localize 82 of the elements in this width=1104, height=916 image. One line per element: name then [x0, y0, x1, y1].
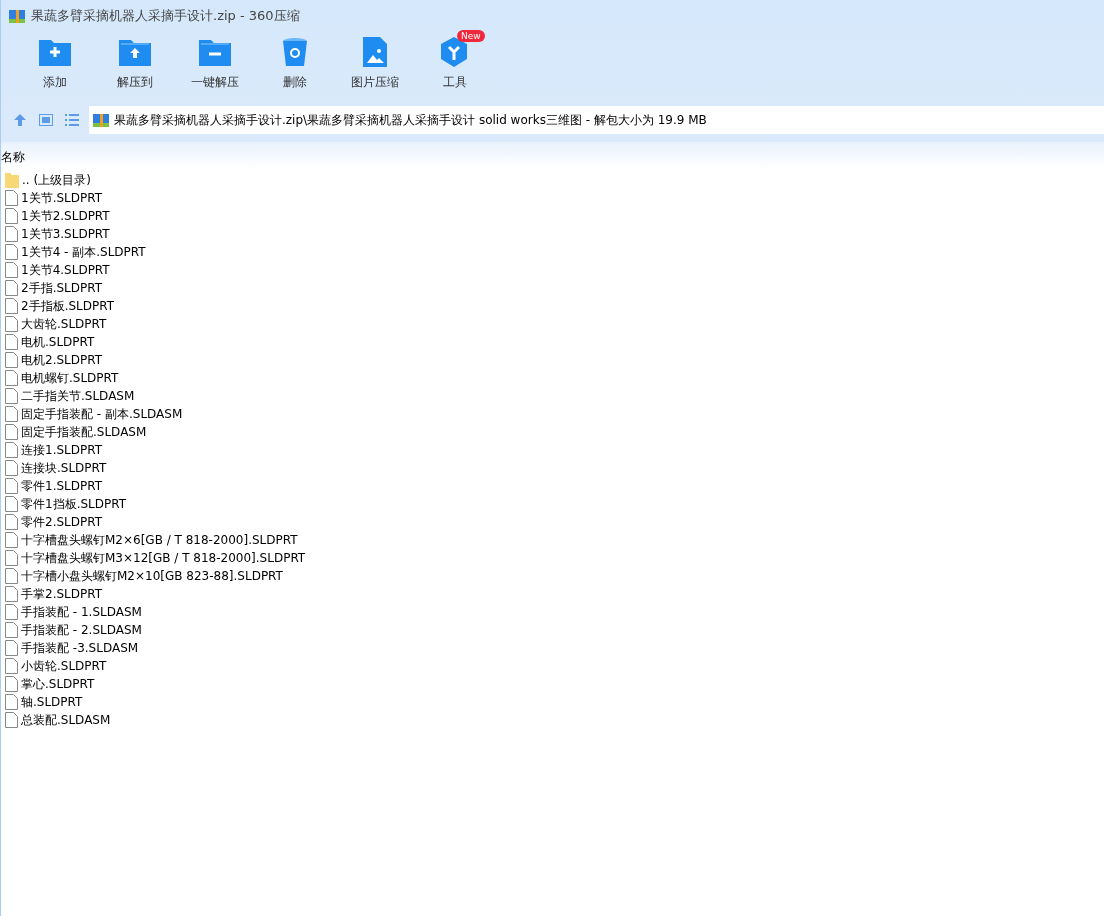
document-icon: [5, 478, 18, 494]
folder-minus-icon: [199, 38, 231, 66]
address-field[interactable]: 果蔬多臂采摘机器人采摘手设计.zip\果蔬多臂采摘机器人采摘手设计 solid works三维图 - 解包大小为 19.9 MB: [89, 106, 1104, 134]
file-row[interactable]: 总装配.SLDASM: [1, 711, 1104, 729]
archive-icon: [9, 8, 25, 24]
up-arrow-icon[interactable]: [13, 113, 27, 127]
document-icon: [5, 496, 18, 512]
file-row[interactable]: 手掌2.SLDPRT: [1, 585, 1104, 603]
document-icon: [5, 514, 18, 530]
file-row[interactable]: 电机2.SLDPRT: [1, 351, 1104, 369]
file-row[interactable]: 小齿轮.SLDPRT: [1, 657, 1104, 675]
file-row[interactable]: 十字槽盘头螺钉M3×12[GB / T 818-2000].SLDPRT: [1, 549, 1104, 567]
file-row[interactable]: 固定手指装配 - 副本.SLDASM: [1, 405, 1104, 423]
toolbar-button[interactable]: 删除: [255, 32, 335, 98]
document-icon: [5, 604, 18, 620]
file-row[interactable]: 2手指.SLDPRT: [1, 279, 1104, 297]
folder-upload-icon: [119, 38, 151, 66]
file-row[interactable]: 掌心.SLDPRT: [1, 675, 1104, 693]
document-icon: [5, 712, 18, 728]
file-row[interactable]: 零件2.SLDPRT: [1, 513, 1104, 531]
list-icon[interactable]: [65, 114, 79, 126]
file-row[interactable]: 1关节4.SLDPRT: [1, 261, 1104, 279]
document-icon: [5, 280, 18, 296]
toolbar-button[interactable]: 图片压缩: [335, 32, 415, 98]
document-icon: [5, 370, 18, 386]
file-row[interactable]: 手指装配 - 2.SLDASM: [1, 621, 1104, 639]
document-icon: [5, 316, 18, 332]
document-icon: [5, 658, 18, 674]
file-row[interactable]: 手指装配 -3.SLDASM: [1, 639, 1104, 657]
document-icon: [5, 226, 18, 242]
file-row[interactable]: 1关节3.SLDPRT: [1, 225, 1104, 243]
file-row[interactable]: 零件1挡板.SLDPRT: [1, 495, 1104, 513]
file-row[interactable]: 固定手指装配.SLDASM: [1, 423, 1104, 441]
file-row[interactable]: 十字槽小盘头螺钉M2×10[GB 823-88].SLDPRT: [1, 567, 1104, 585]
toolbar-button[interactable]: 解压到: [95, 32, 175, 98]
document-icon: [5, 244, 18, 260]
file-row[interactable]: 2手指板.SLDPRT: [1, 297, 1104, 315]
document-icon: [5, 694, 18, 710]
file-row[interactable]: 连接1.SLDPRT: [1, 441, 1104, 459]
image-file-icon: [363, 37, 387, 67]
file-row[interactable]: 1关节4 - 副本.SLDPRT: [1, 243, 1104, 261]
document-icon: [5, 190, 18, 206]
file-row[interactable]: 电机螺钉.SLDPRT: [1, 369, 1104, 387]
file-row[interactable]: 电机.SLDPRT: [1, 333, 1104, 351]
document-icon: [5, 442, 18, 458]
document-icon: [5, 676, 18, 692]
file-row[interactable]: .. (上级目录): [1, 171, 1104, 189]
document-icon: [5, 640, 18, 656]
folder-icon: [5, 172, 19, 188]
file-row[interactable]: 1关节.SLDPRT: [1, 189, 1104, 207]
file-row[interactable]: 轴.SLDPRT: [1, 693, 1104, 711]
window-title: 果蔬多臂采摘机器人采摘手设计.zip - 360压缩: [31, 7, 300, 25]
column-header[interactable]: 名称: [1, 149, 25, 168]
document-icon: [5, 334, 18, 350]
file-row[interactable]: 连接块.SLDPRT: [1, 459, 1104, 477]
toolbar-button[interactable]: 添加: [15, 32, 95, 98]
document-icon: [5, 388, 18, 404]
document-icon: [5, 586, 18, 602]
folder-plus-icon: [39, 38, 71, 66]
file-row[interactable]: 手指装配 - 1.SLDASM: [1, 603, 1104, 621]
file-row[interactable]: 大齿轮.SLDPRT: [1, 315, 1104, 333]
document-icon: [5, 532, 18, 548]
document-icon: [5, 568, 18, 584]
document-icon: [5, 460, 18, 476]
archive-icon: [93, 112, 109, 128]
file-row[interactable]: 二手指关节.SLDASM: [1, 387, 1104, 405]
document-icon: [5, 406, 18, 422]
toolbar-button[interactable]: 一键解压: [175, 32, 255, 98]
document-icon: [5, 298, 18, 314]
document-icon: [5, 352, 18, 368]
file-row[interactable]: 十字槽盘头螺钉M2×6[GB / T 818-2000].SLDPRT: [1, 531, 1104, 549]
toolbar-button[interactable]: New 工具: [415, 32, 495, 98]
file-row[interactable]: 零件1.SLDPRT: [1, 477, 1104, 495]
file-row[interactable]: 1关节2.SLDPRT: [1, 207, 1104, 225]
document-icon: [5, 262, 18, 278]
document-icon: [5, 622, 18, 638]
view-icon[interactable]: [39, 114, 53, 126]
recycle-bin-icon: [283, 37, 307, 67]
new-badge: New: [457, 30, 485, 42]
document-icon: [5, 550, 18, 566]
document-icon: [5, 208, 18, 224]
document-icon: [5, 424, 18, 440]
